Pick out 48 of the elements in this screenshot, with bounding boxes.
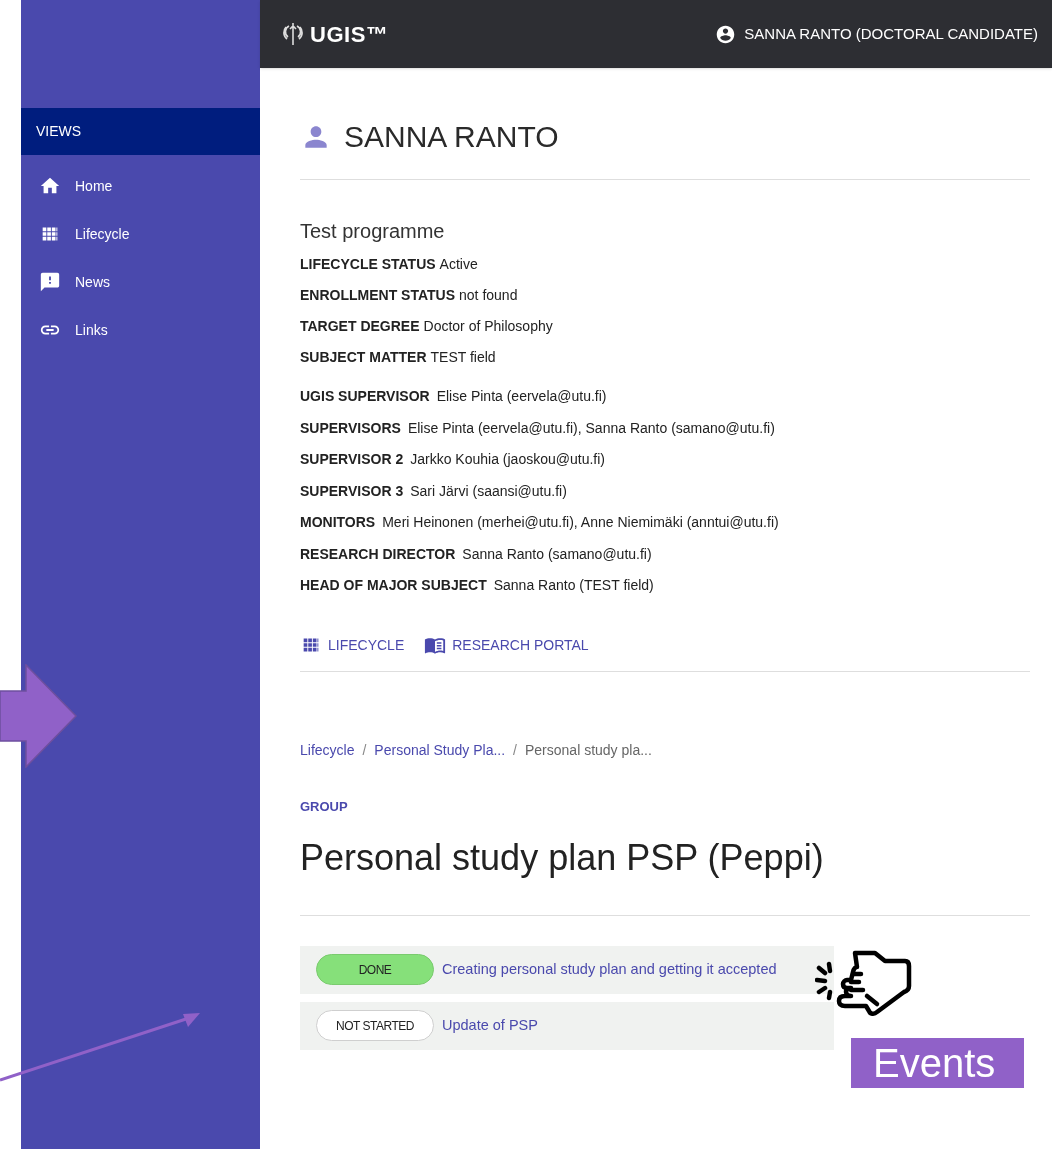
group-label: GROUP [300, 798, 349, 816]
field-value: Sanna Ranto (samano@utu.fi) [462, 544, 652, 564]
profile-name: SANNA RANTO [344, 119, 559, 155]
status-chip: NOT STARTED [316, 1010, 434, 1041]
user-name[interactable]: SANNA RANTO (DOCTORAL CANDIDATE) [744, 22, 1038, 46]
feedback-icon [39, 271, 61, 293]
field-label: ENROLLMENT STATUS [300, 286, 456, 305]
sidebar-item[interactable]: Lifecycle [21, 210, 260, 258]
sidebar-item[interactable]: Home [21, 162, 260, 210]
field-label: SUPERVISORS [300, 418, 401, 438]
field-value: TEST field [430, 348, 496, 367]
emblem-icon [282, 21, 304, 47]
breadcrumb-current: Personal study pla... [525, 741, 652, 760]
breadcrumb-link[interactable]: Personal Study Pla... [374, 740, 506, 761]
field-value: not found [459, 286, 518, 305]
field-label: SUPERVISOR 2 [300, 450, 404, 469]
field-label: SUBJECT MATTER [300, 348, 427, 367]
group-title: Personal study plan PSP (Peppi) [300, 830, 1030, 916]
field-value: Jarkko Kouhia (jaoskou@utu.fi) [410, 450, 605, 469]
annotation-label: Events [851, 1038, 1024, 1088]
field-label: RESEARCH DIRECTOR [300, 544, 456, 564]
breadcrumb-separator: / [362, 741, 367, 760]
field-value: Sari Järvi (saansi@utu.fi) [410, 481, 567, 501]
sidebar-header: VIEWS [21, 108, 260, 155]
app-logo: UGIS™ [310, 20, 389, 49]
field-value: Doctor of Philosophy [423, 317, 553, 336]
field-value: Elise Pinta (eervela@utu.fi), Sanna Ranto (samano@utu.fi) [407, 418, 775, 438]
programme-title: Test programme [300, 219, 446, 244]
field-label: TARGET DEGREE [300, 317, 420, 336]
profile-link[interactable]: RESEARCH PORTAL [424, 634, 589, 656]
field-label: HEAD OF MAJOR SUBJECT [300, 576, 487, 595]
status-chip: DONE [316, 954, 434, 985]
field-value: Elise Pinta (eervela@utu.fi) [436, 387, 607, 406]
field-value: Sanna Ranto (TEST field) [493, 576, 654, 595]
event-link[interactable]: Update of PSP [442, 1014, 538, 1037]
breadcrumb-separator: / [513, 741, 517, 760]
field-value: Active [439, 255, 478, 274]
field-label: MONITORS [300, 513, 376, 532]
profile-link[interactable]: LIFECYCLE [300, 634, 405, 656]
field-value: Meri Heinonen (merhei@utu.fi), Anne Niemimäki (anntui@utu.fi) [382, 513, 779, 532]
event-link[interactable]: Creating personal study plan and getting it accepted [442, 958, 777, 981]
breadcrumb-link[interactable]: Lifecycle [300, 740, 355, 761]
field-label: LIFECYCLE STATUS [300, 255, 436, 274]
sidebar-item[interactable]: Links [21, 306, 260, 354]
sidebar-item[interactable]: News [21, 258, 260, 306]
field-label: UGIS SUPERVISOR [300, 387, 430, 406]
field-label: SUPERVISOR 3 [300, 481, 404, 501]
account-icon [715, 23, 737, 45]
